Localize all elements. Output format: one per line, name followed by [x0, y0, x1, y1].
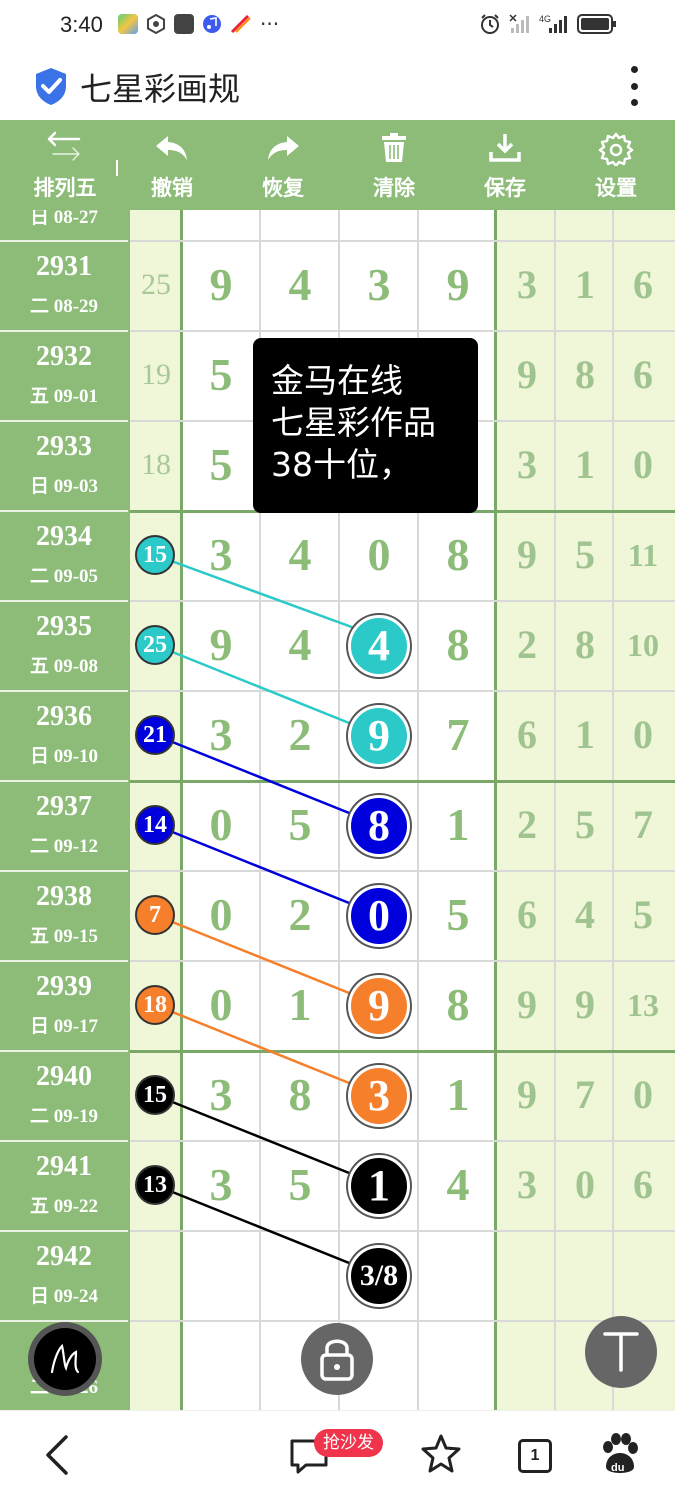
trend-line — [154, 733, 380, 827]
status-system-icons: 4G — [479, 13, 617, 35]
trend-line — [154, 823, 380, 917]
app-notification-icon — [118, 14, 138, 34]
comment-promo-badge: 抢沙发 — [314, 1429, 383, 1457]
sum-badge[interactable]: 14 — [135, 805, 175, 845]
app-root: 3:40 ··· 4G 七星彩画规 排列五 撤销 恢复 清除 保存 设置 日 0… — [0, 0, 675, 1500]
baidu-logo-text: du — [611, 1462, 624, 1474]
marked-ball[interactable]: 8 — [348, 795, 410, 857]
signal-icon — [509, 14, 529, 33]
trend-line — [154, 553, 380, 639]
status-notification-icons: ··· — [118, 14, 279, 34]
toolbar-label: 保存 — [484, 176, 526, 200]
sum-badge[interactable]: 13 — [135, 1165, 175, 1205]
status-time: 3:40 — [60, 12, 103, 37]
status-more: ··· — [260, 12, 280, 36]
marked-ball[interactable]: 0 — [348, 885, 410, 947]
tooltip-line: 38十位， — [271, 445, 412, 484]
shield-check-icon — [36, 68, 66, 105]
trash-icon — [382, 133, 406, 162]
toolbar-label: 排列五 — [33, 176, 97, 200]
page-title: 七星彩画规 — [80, 70, 241, 108]
star-icon[interactable] — [420, 1433, 462, 1475]
tooltip-line: 七星彩作品 — [271, 403, 436, 442]
toolbar: 排列五 撤销 恢复 清除 保存 设置 — [0, 120, 675, 210]
baidu-paw-icon[interactable]: du — [600, 1433, 640, 1477]
more-dot-icon — [630, 99, 638, 106]
battery-icon — [577, 14, 616, 34]
toolbar-label: 恢复 — [262, 176, 304, 200]
more-menu-button[interactable] — [629, 66, 639, 106]
marked-ball[interactable]: 3/8 — [348, 1245, 410, 1307]
toolbar-divider — [116, 160, 118, 176]
undo-button[interactable]: 撤销 — [122, 120, 222, 210]
lock-icon — [320, 1339, 354, 1381]
swap-arrows-icon — [47, 131, 81, 161]
lock-button[interactable] — [301, 1323, 373, 1395]
settings-button[interactable]: 设置 — [566, 120, 666, 210]
scroll-top-button[interactable] — [585, 1316, 657, 1388]
scroll-top-icon — [603, 1332, 639, 1372]
redo-button[interactable]: 恢复 — [233, 120, 333, 210]
status-bar: 3:40 ··· 4G — [0, 0, 675, 50]
gallery-notification-icon — [174, 14, 194, 34]
more-dot-icon — [630, 82, 638, 90]
pen-button-face — [34, 1328, 96, 1390]
tabs-button[interactable]: 1 — [518, 1439, 552, 1473]
signal-4g-icon: 4G — [539, 14, 567, 33]
save-button[interactable]: 保存 — [455, 120, 555, 210]
sum-badge[interactable]: 18 — [135, 985, 175, 1025]
alarm-icon — [481, 14, 499, 34]
gear-icon — [598, 132, 634, 166]
game-icon — [230, 14, 251, 34]
trend-line — [154, 913, 380, 1007]
sum-badge[interactable]: 15 — [135, 535, 175, 575]
toolbar-label: 清除 — [373, 176, 415, 200]
marked-ball[interactable]: 9 — [348, 975, 410, 1037]
toolbar-label: 撤销 — [151, 176, 193, 200]
marked-ball[interactable]: 1 — [348, 1155, 410, 1217]
sum-badge[interactable]: 21 — [135, 715, 175, 755]
redo-icon — [268, 136, 299, 160]
sum-badge[interactable]: 25 — [135, 625, 175, 665]
undo-icon — [156, 136, 187, 160]
trend-line — [154, 1183, 380, 1277]
network-type: 4G — [539, 14, 551, 24]
back-icon[interactable] — [42, 1433, 72, 1477]
marked-ball[interactable]: 4 — [348, 615, 410, 677]
pen-icon — [50, 1343, 80, 1374]
trend-line — [154, 1003, 380, 1097]
annotation-tooltip: 金马在线 七星彩作品 38十位， — [253, 338, 478, 513]
marked-ball[interactable]: 3 — [348, 1065, 410, 1127]
switch-mode-button[interactable]: 排列五 — [15, 120, 115, 210]
bottom-nav: 抢沙发 1 du — [0, 1410, 675, 1500]
title-bar: 七星彩画规 — [0, 50, 675, 120]
more-dot-icon — [630, 66, 638, 73]
pen-button[interactable] — [28, 1322, 102, 1396]
sum-badge[interactable]: 7 — [135, 895, 175, 935]
toolbar-label: 设置 — [595, 176, 637, 200]
clear-button[interactable]: 清除 — [344, 120, 444, 210]
tooltip-line: 金马在线 — [271, 361, 403, 400]
sum-badge[interactable]: 15 — [135, 1075, 175, 1115]
music-icon — [203, 15, 221, 33]
hexagon-icon — [147, 14, 165, 34]
trend-line — [154, 1093, 380, 1187]
download-icon — [489, 134, 521, 162]
marked-ball[interactable]: 9 — [348, 705, 410, 767]
trend-line — [154, 643, 380, 737]
